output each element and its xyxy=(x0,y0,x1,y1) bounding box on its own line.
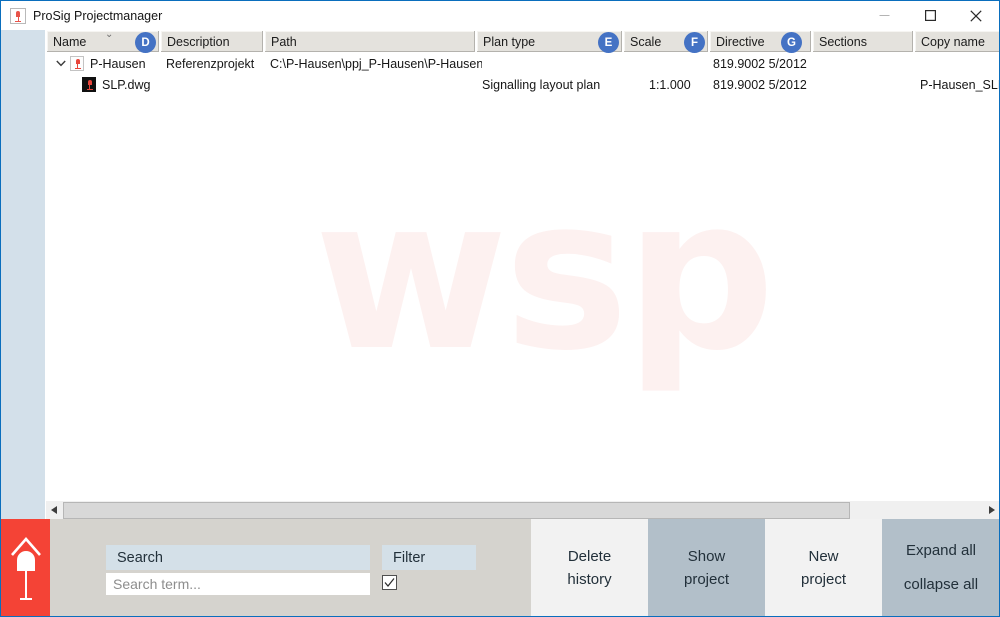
delete-history-line1: Delete xyxy=(567,547,612,565)
new-project-line1: New xyxy=(808,547,839,565)
close-icon[interactable] xyxy=(953,1,999,30)
cell-path xyxy=(270,74,482,95)
signal-icon xyxy=(10,7,26,24)
signal-glyph-icon xyxy=(11,537,41,600)
column-header-label: Sections xyxy=(819,34,867,49)
cell-directive: 819.9002 5/2012 xyxy=(713,56,807,71)
window-controls xyxy=(861,1,999,30)
column-header-label: Directive xyxy=(716,34,765,49)
delete-history-line2: history xyxy=(567,570,612,588)
table-row[interactable]: P-Hausen Referenzprojekt C:\P-Hausen\ppj_P… xyxy=(46,53,999,74)
new-project-button[interactable]: New project xyxy=(765,519,882,616)
column-header-directive[interactable]: Directive G xyxy=(709,30,812,53)
check-icon xyxy=(384,578,395,587)
cell-copy-name: P-Hausen_SLP_Auto xyxy=(920,77,999,92)
grid-body: wsp P-Hausen Referenzprojekt C:\P-Hausen\p… xyxy=(46,53,999,499)
column-header-label: Scale xyxy=(630,34,662,49)
column-header-label: Copy name xyxy=(921,34,985,49)
cell-path: C:\P-Hausen\ppj_P-Hausen\P-Hausen.mdb xyxy=(270,56,482,71)
delete-history-button[interactable]: Delete history xyxy=(531,519,648,616)
prosig-projectmanager-window: ProSig Projectmanager Name D ⌄ Description P… xyxy=(0,0,1000,617)
search-label: Search xyxy=(106,545,370,570)
app-brand-signal-icon xyxy=(1,519,50,616)
column-header-label: Name xyxy=(53,34,87,49)
search-input[interactable] xyxy=(106,573,370,595)
signal-icon-light xyxy=(70,56,84,71)
row-name-label: P-Hausen xyxy=(90,56,146,71)
row-name-label: SLP.dwg xyxy=(102,77,151,92)
column-header-plan-type[interactable]: Plan type E xyxy=(476,30,623,53)
expand-all-button[interactable]: Expand all xyxy=(906,539,976,562)
chevron-left-icon[interactable] xyxy=(46,501,63,519)
show-project-button[interactable]: Show project xyxy=(648,519,765,616)
column-badge-d: D xyxy=(135,32,156,53)
show-project-line1: Show xyxy=(687,547,726,565)
filter-checkbox[interactable] xyxy=(382,575,397,590)
collapse-all-button[interactable]: collapse all xyxy=(904,573,978,596)
column-header-label: Description xyxy=(167,34,230,49)
column-header-copy-name[interactable]: Copy name xyxy=(914,30,999,53)
expand-collapse-group: Expand all collapse all xyxy=(882,519,999,616)
column-header-label: Path xyxy=(271,34,297,49)
title-bar: ProSig Projectmanager xyxy=(1,1,999,30)
cell-description: Referenzprojekt xyxy=(166,56,255,71)
search-filter-zone: Search Filter xyxy=(50,519,531,616)
chevron-right-icon[interactable] xyxy=(983,501,999,519)
bottom-toolbar: Search Filter Delete history Show projec… xyxy=(50,519,999,616)
cell-plan-type xyxy=(482,53,629,74)
show-project-line2: project xyxy=(683,570,730,588)
minimize-icon[interactable] xyxy=(861,1,907,30)
column-header-scale[interactable]: Scale F xyxy=(623,30,709,53)
horizontal-scrollbar[interactable] xyxy=(46,500,999,519)
column-header-name[interactable]: Name D ⌄ xyxy=(46,30,160,53)
window-title: ProSig Projectmanager xyxy=(33,8,163,23)
cell-plan-type: Signalling layout plan xyxy=(482,77,601,92)
column-header-path[interactable]: Path xyxy=(264,30,476,53)
column-header-label: Plan type xyxy=(483,34,536,49)
project-tree-grid: Name D ⌄ Description Path Plan type E Scale F Dir… xyxy=(45,30,999,519)
column-header-sections[interactable]: Sections xyxy=(812,30,914,53)
grid-column-headers: Name D ⌄ Description Path Plan type E Scale F Dir… xyxy=(46,30,999,53)
cell-copy-name xyxy=(920,53,999,74)
cell-directive: 819.9002 5/2012 xyxy=(713,77,807,92)
new-project-line2: project xyxy=(800,570,847,588)
left-side-panel xyxy=(1,30,45,519)
chevron-down-icon: ⌄ xyxy=(105,30,114,40)
grid-rows-container: P-Hausen Referenzprojekt C:\P-Hausen\ppj_P… xyxy=(46,53,999,95)
table-row[interactable]: SLP.dwg Signalling layout plan 1:1.000 819.… xyxy=(46,74,999,95)
column-badge-f: F xyxy=(684,32,705,53)
column-header-description[interactable]: Description xyxy=(160,30,264,53)
column-badge-e: E xyxy=(598,32,619,53)
cell-sections xyxy=(818,53,920,74)
scrollbar-thumb[interactable] xyxy=(63,501,850,519)
maximize-icon[interactable] xyxy=(907,1,953,30)
title-bar-left: ProSig Projectmanager xyxy=(1,7,861,24)
wsp-watermark: wsp xyxy=(314,152,775,397)
filter-label: Filter xyxy=(382,545,476,570)
cell-description xyxy=(166,74,270,95)
chevron-down-icon[interactable] xyxy=(54,57,67,70)
column-badge-g: G xyxy=(781,32,802,53)
scrollbar-track[interactable] xyxy=(63,501,983,519)
cell-sections xyxy=(818,74,920,95)
signal-icon-dark xyxy=(82,77,96,92)
